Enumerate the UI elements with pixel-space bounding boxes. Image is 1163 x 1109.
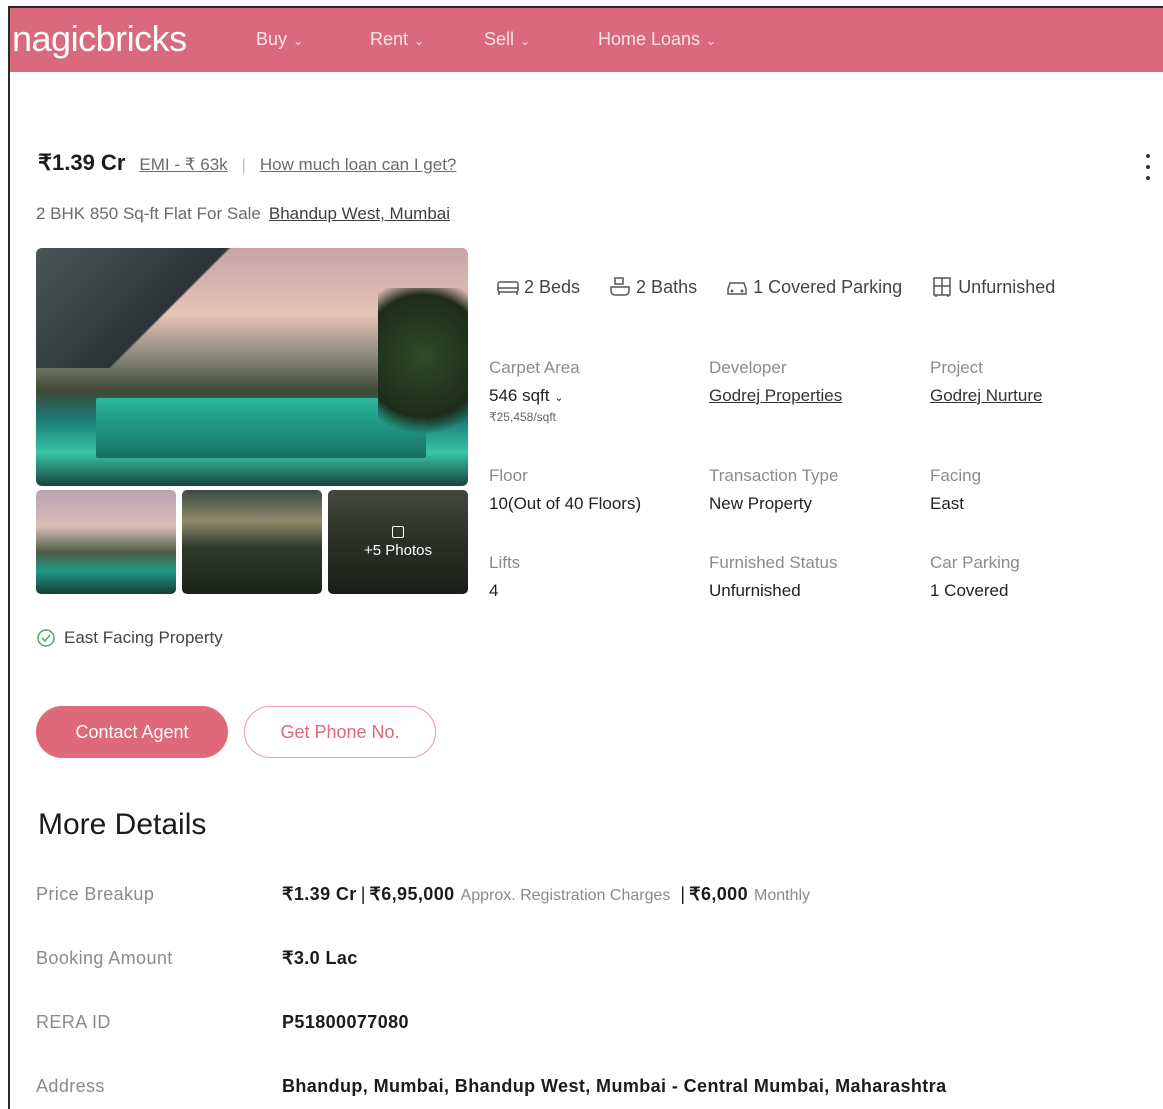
emi-link[interactable]: EMI - ₹ 63k: [139, 155, 227, 175]
contact-agent-button[interactable]: Contact Agent: [36, 706, 228, 758]
more-options-icon[interactable]: [1143, 154, 1153, 180]
fact-carpet-area: Carpet Area 546 sqft ⌄ ₹25,458/sqft: [489, 358, 580, 424]
more-photos-thumbnail[interactable]: +5 Photos: [328, 490, 468, 594]
listing-price: ₹1.39 Cr: [38, 150, 126, 175]
top-navigation-bar: nagicbricks Buy ⌄ Rent ⌄ Sell ⌄ Home Loans ⌄: [10, 8, 1163, 72]
amenities-row: 2 Beds 2 Baths 1 Covered Parking Unfurni…: [496, 276, 1055, 298]
chevron-down-icon: ⌄: [554, 392, 564, 404]
bed-icon: [497, 281, 519, 295]
fact-transaction-type: Transaction Type New Property: [709, 466, 839, 513]
bath-icon: [610, 277, 630, 296]
fact-car-parking: Car Parking 1 Covered: [930, 553, 1020, 600]
chevron-down-icon: ⌄: [706, 34, 717, 48]
fact-floor: Floor 10(Out of 40 Floors): [489, 466, 642, 513]
get-phone-button[interactable]: Get Phone No.: [244, 706, 436, 758]
photo-thumbnail[interactable]: [182, 490, 322, 594]
detail-address: Address Bhandup, Mumbai, Bhandup West, M…: [36, 1076, 947, 1096]
main-property-photo[interactable]: [36, 248, 468, 486]
project-link[interactable]: Godrej Nurture: [930, 386, 1042, 406]
page-frame: nagicbricks Buy ⌄ Rent ⌄ Sell ⌄ Home Loans ⌄…: [8, 6, 1163, 1109]
detail-price-breakup: Price Breakup ₹1.39 Cr | ₹6,95,000 Appro…: [36, 884, 811, 904]
car-icon: [727, 282, 747, 295]
developer-link[interactable]: Godrej Properties: [709, 386, 842, 406]
facing-note-text: East Facing Property: [64, 628, 223, 647]
fact-project: Project Godrej Nurture: [930, 358, 1043, 406]
amenity-parking: 1 Covered Parking: [725, 276, 902, 298]
gallery-icon: [392, 525, 404, 538]
more-details-heading: More Details: [38, 808, 207, 841]
fact-furnished-status: Furnished Status Unfurnished: [709, 553, 838, 600]
fact-facing: Facing East: [930, 466, 982, 513]
amenity-label: 2 Beds: [524, 276, 581, 297]
photo-thumbnail[interactable]: [36, 490, 176, 594]
carpet-area-value[interactable]: 546 sqft ⌄: [489, 386, 580, 406]
amenity-furnishing: Unfurnished: [930, 276, 1055, 298]
amenity-beds: 2 Beds: [496, 276, 580, 298]
amenity-label: 2 Baths: [636, 276, 698, 297]
site-logo[interactable]: nagicbricks: [12, 18, 187, 60]
check-circle-icon: [37, 629, 55, 647]
nav-rent[interactable]: Rent ⌄: [370, 29, 424, 50]
amenity-label: 1 Covered Parking: [753, 276, 903, 297]
location-link[interactable]: Bhandup West, Mumbai: [269, 204, 450, 223]
listing-title: 2 BHK 850 Sq-ft Flat For Sale: [36, 204, 261, 223]
nav-rent-label: Rent: [370, 29, 409, 49]
nav-sell[interactable]: Sell ⌄: [484, 29, 530, 50]
wardrobe-icon: [933, 277, 951, 297]
more-photos-label: +5 Photos: [364, 541, 432, 559]
listing-subtitle: 2 BHK 850 Sq-ft Flat For Sale Bhandup Wes…: [36, 204, 450, 224]
price-separator: |: [241, 157, 246, 174]
fact-lifts: Lifts 4: [489, 553, 521, 600]
fact-developer: Developer Godrej Properties: [709, 358, 843, 406]
amenity-baths: 2 Baths: [608, 276, 697, 298]
detail-booking-amount: Booking Amount ₹3.0 Lac: [36, 948, 358, 968]
nav-buy[interactable]: Buy ⌄: [256, 29, 303, 50]
nav-home-loans[interactable]: Home Loans ⌄: [598, 29, 716, 50]
amenity-label: Unfurnished: [958, 276, 1056, 297]
nav-buy-label: Buy: [256, 29, 288, 49]
price-row: ₹1.39 Cr EMI - ₹ 63k | How much loan can…: [38, 150, 456, 176]
chevron-down-icon: ⌄: [520, 34, 531, 48]
chevron-down-icon: ⌄: [414, 34, 425, 48]
facing-highlight: East Facing Property: [36, 628, 223, 648]
chevron-down-icon: ⌄: [293, 34, 304, 48]
detail-rera-id: RERA ID P51800077080: [36, 1012, 409, 1032]
nav-home-loans-label: Home Loans: [598, 29, 701, 49]
nav-sell-label: Sell: [484, 29, 515, 49]
loan-eligibility-link[interactable]: How much loan can I get?: [260, 155, 457, 175]
